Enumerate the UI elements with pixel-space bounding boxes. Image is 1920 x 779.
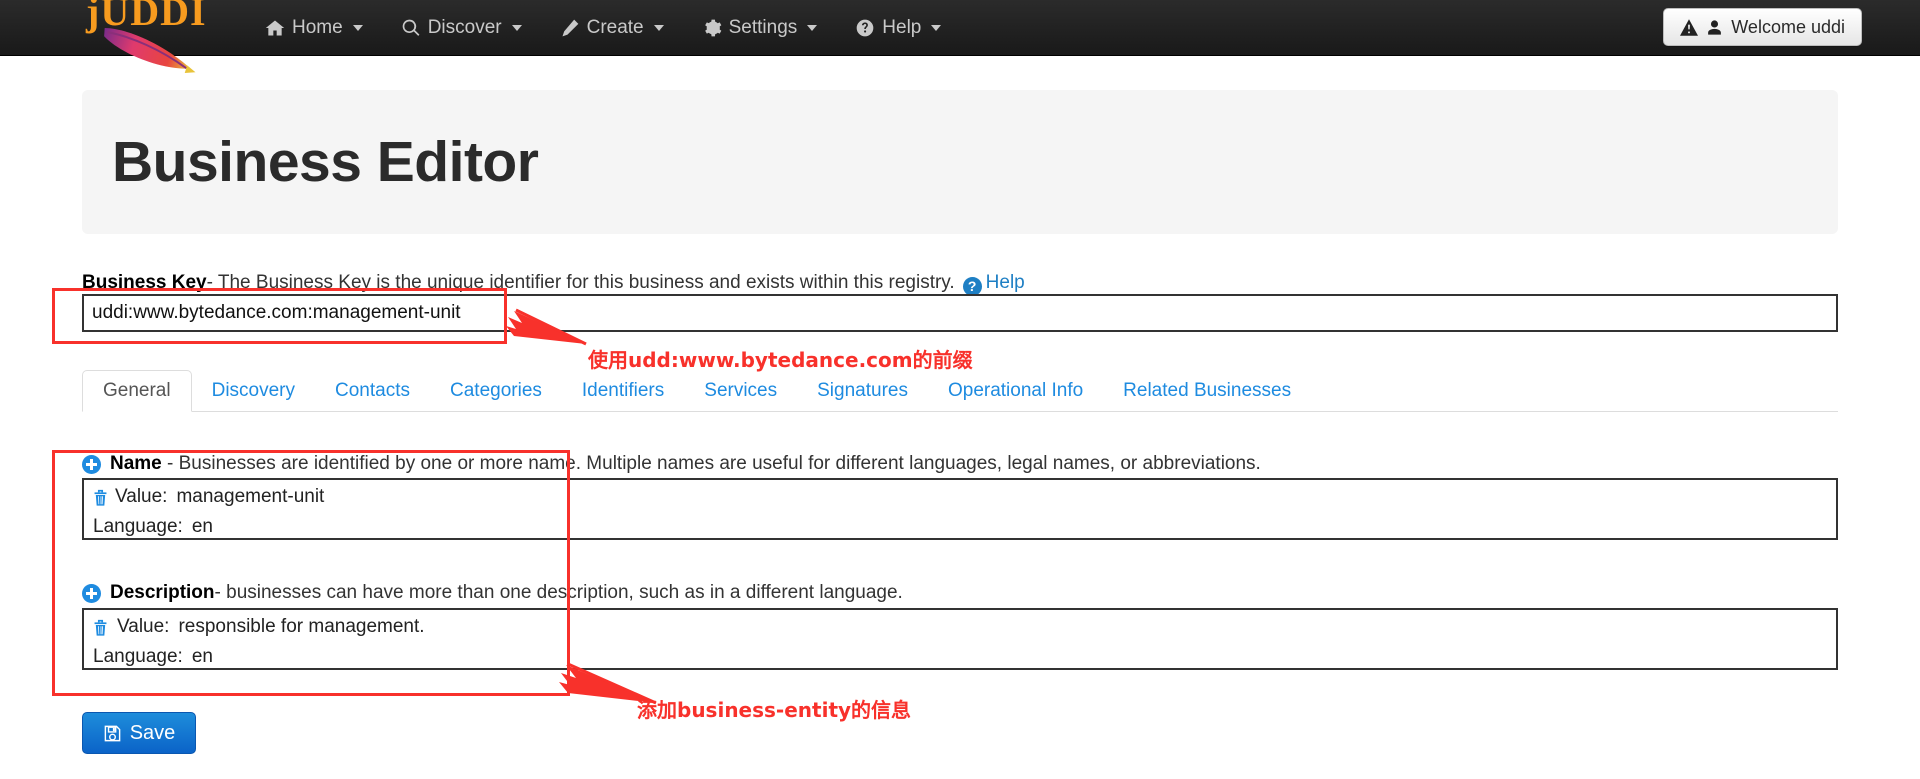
plus-circle-icon[interactable] [82, 583, 101, 603]
name-value[interactable]: management-unit [176, 486, 324, 508]
chevron-down-icon [653, 24, 664, 31]
chevron-down-icon [511, 24, 522, 31]
business-key-description: - The Business Key is the unique identif… [206, 272, 955, 293]
question-circle-icon [856, 19, 874, 36]
description-section-header: Description- businesses can have more th… [82, 582, 903, 604]
nav-item-discover-label: Discover [427, 16, 502, 38]
description-value-label: Value: [117, 616, 170, 637]
name-section-description: - Businesses are identified by one or mo… [161, 453, 1261, 474]
nav-item-home-label: Home [292, 16, 343, 38]
annotation-text-entity-info: 添加business-entity的信息 [637, 698, 912, 722]
tab-categories[interactable]: Categories [430, 371, 562, 411]
description-language[interactable]: en [192, 646, 213, 668]
description-value-row: Value: responsible for management. [84, 612, 1836, 642]
trash-icon[interactable] [92, 618, 109, 637]
tab-discovery[interactable]: Discovery [192, 371, 315, 411]
name-section-header: Name - Businesses are identified by one … [82, 453, 1261, 475]
save-button-label: Save [129, 721, 176, 744]
name-section-title: Name [110, 453, 162, 474]
name-value-label: Value: [115, 486, 168, 507]
business-key-help-line: Business Key- The Business Key is the un… [82, 272, 1482, 296]
juddi-logo[interactable]: jUDDI [86, 0, 210, 73]
tab-general[interactable]: General [82, 370, 192, 412]
chevron-down-icon [807, 24, 818, 31]
home-icon [265, 20, 285, 35]
search-icon [402, 19, 420, 36]
welcome-user-button[interactable]: Welcome uddi [1663, 8, 1862, 46]
description-section-title: Description [110, 582, 215, 603]
chevron-down-icon [352, 24, 363, 31]
nav-item-help[interactable]: Help [836, 0, 960, 56]
description-entry-box: Value: responsible for management. Langu… [82, 608, 1838, 670]
nav-item-home[interactable]: Home [246, 0, 382, 56]
name-language-row: Language: en [84, 512, 1836, 542]
floppy-disk-icon [104, 725, 121, 741]
plus-circle-icon[interactable] [82, 454, 101, 474]
nav-item-settings-label: Settings [728, 16, 798, 38]
tab-signatures[interactable]: Signatures [797, 371, 928, 411]
description-value[interactable]: responsible for management. [178, 616, 424, 638]
annotation-text-business-key: 使用udd:www.bytedance.com的前缀 [588, 348, 973, 372]
nav-item-help-label: Help [882, 16, 922, 38]
name-language[interactable]: en [192, 516, 213, 538]
nav-item-create-label: Create [586, 16, 644, 38]
description-section-description: - businesses can have more than one desc… [214, 582, 903, 603]
save-button[interactable]: Save [82, 712, 196, 754]
description-language-row: Language: en [84, 642, 1836, 672]
trash-icon[interactable] [92, 488, 109, 507]
business-key-input[interactable] [82, 294, 1838, 332]
welcome-user-label: Welcome uddi [1731, 16, 1845, 37]
navbar-links: Home Discover Create Settings Help [246, 0, 960, 56]
chevron-down-icon [931, 24, 942, 31]
business-key-help-link[interactable]: Help [986, 272, 1025, 293]
page-header-panel: Business Editor [82, 90, 1838, 234]
tab-services[interactable]: Services [684, 371, 797, 411]
user-icon [1708, 19, 1722, 35]
name-entry-box: Value: management-unit Language: en [82, 478, 1838, 540]
top-navbar: jUDDI Home Discover Create Settings Help… [0, 0, 1920, 73]
tab-identifiers[interactable]: Identifiers [562, 371, 684, 411]
warning-triangle-icon [1680, 18, 1699, 36]
name-language-label: Language: [93, 516, 183, 537]
business-editor-page: jUDDI Home Discover Create Settings Help… [0, 0, 1920, 779]
description-language-label: Language: [93, 646, 183, 667]
tab-operational-info[interactable]: Operational Info [928, 371, 1103, 411]
page-title: Business Editor [112, 130, 539, 194]
nav-item-create[interactable]: Create [541, 0, 683, 56]
gear-icon [704, 19, 721, 36]
tab-related-businesses[interactable]: Related Businesses [1103, 371, 1311, 411]
editor-tabs: General Discovery Contacts Categories Id… [82, 368, 1838, 412]
tab-contacts[interactable]: Contacts [315, 371, 430, 411]
pencil-icon [562, 19, 578, 36]
nav-item-discover[interactable]: Discover [382, 0, 541, 56]
business-key-label: Business Key [82, 272, 207, 293]
nav-item-settings[interactable]: Settings [683, 0, 837, 56]
name-value-row: Value: management-unit [84, 482, 1836, 512]
